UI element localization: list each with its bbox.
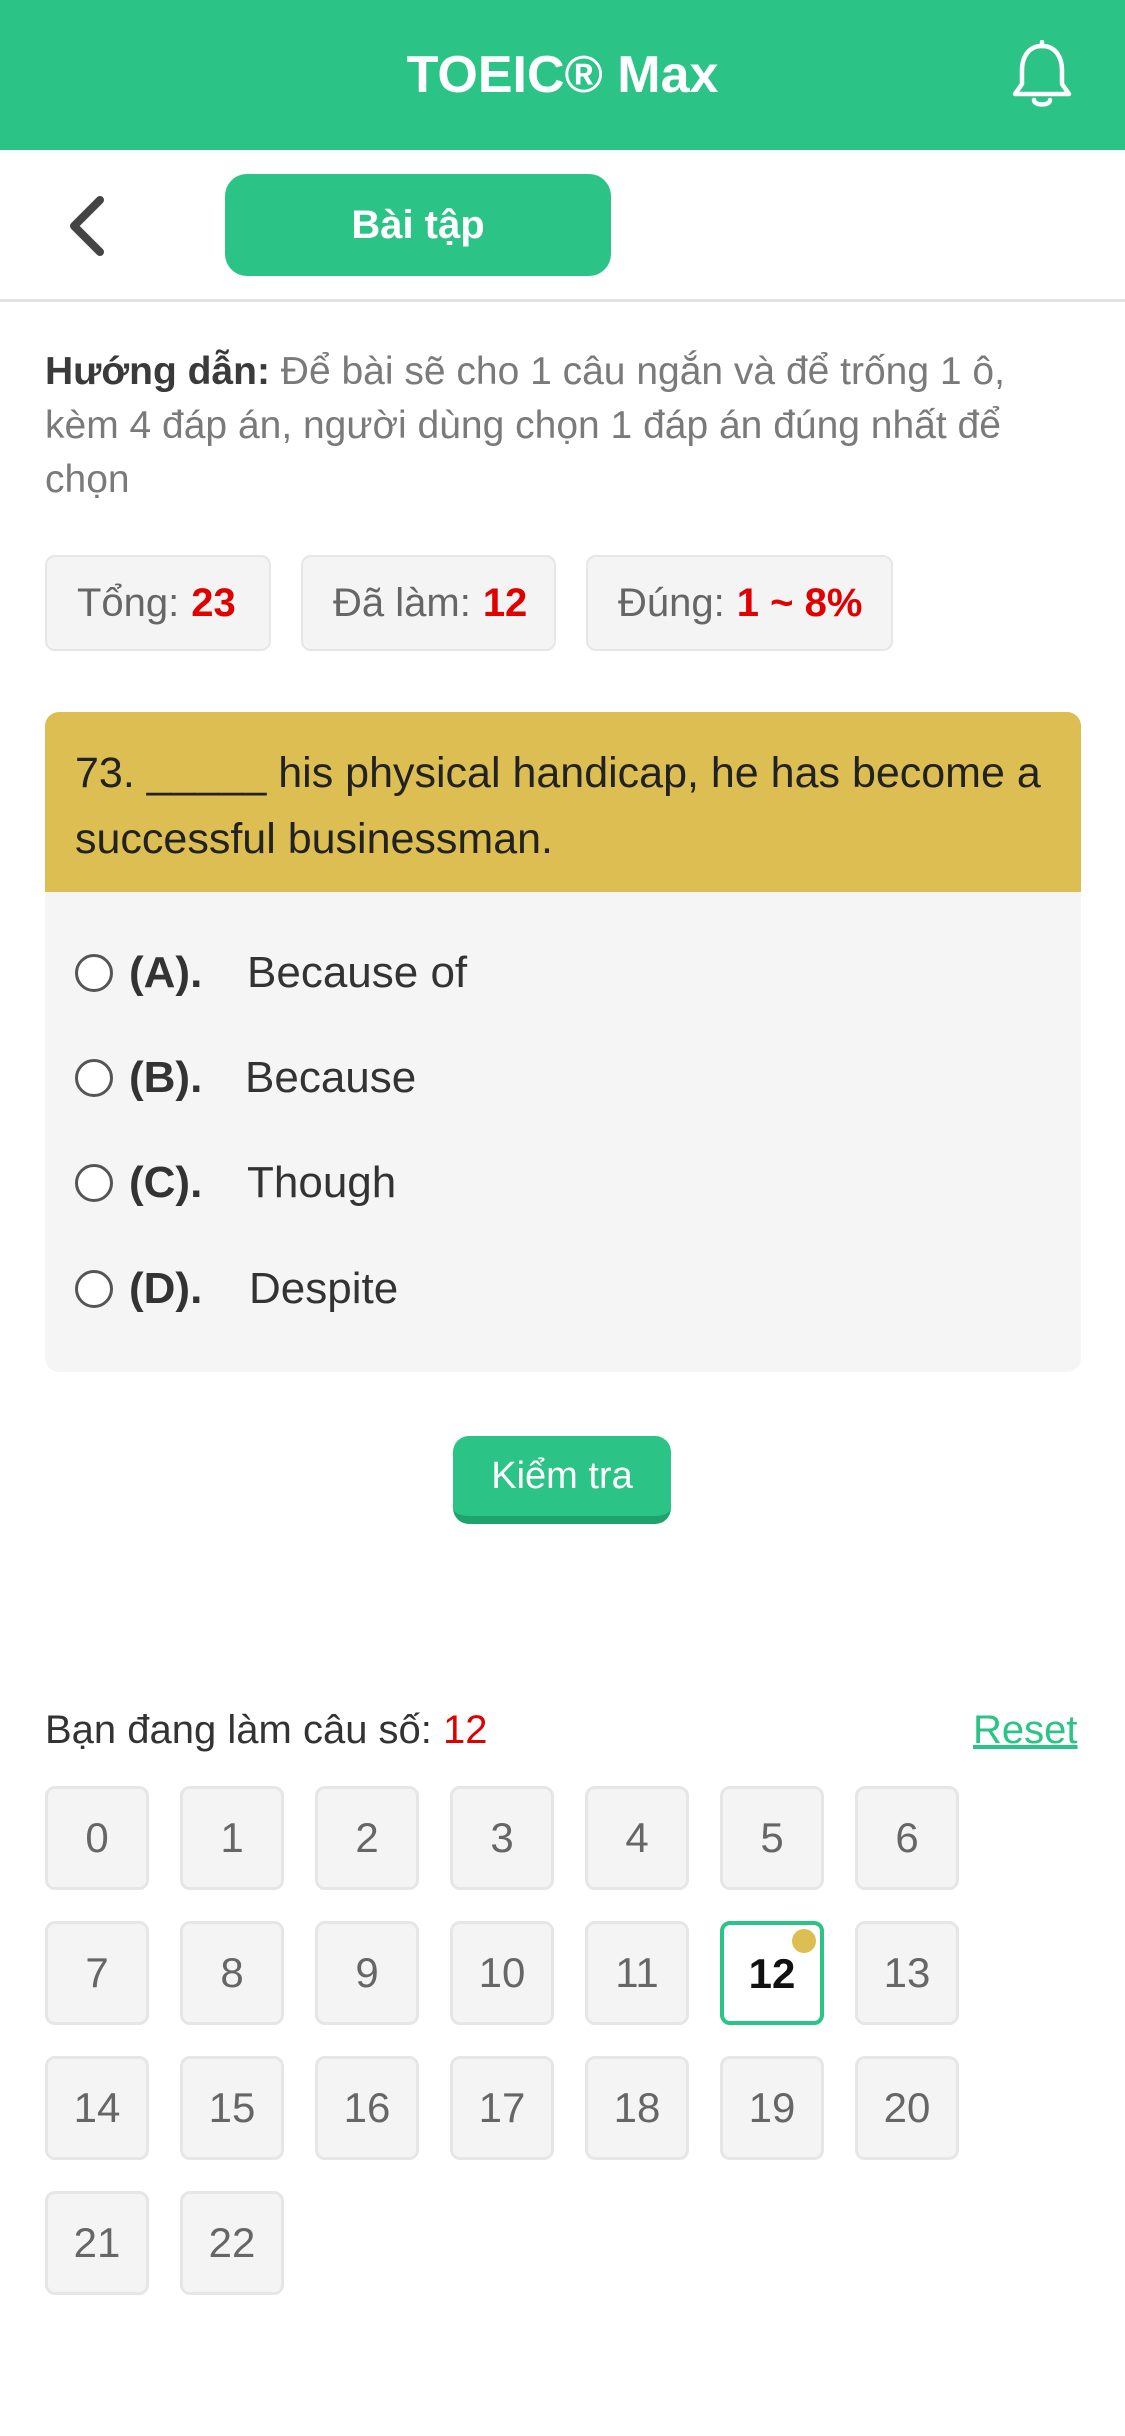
question-number-button[interactable]: 1 <box>180 1786 284 1890</box>
question-number-button[interactable]: 21 <box>45 2191 149 2295</box>
question-header: 73. _____ his physical handicap, he has … <box>45 712 1081 892</box>
radio-button[interactable] <box>75 1059 113 1097</box>
check-answer-button[interactable]: Kiểm tra <box>453 1436 671 1524</box>
app-title: TOEIC® Max <box>406 46 719 104</box>
current-question-label: Bạn đang làm câu số: 12 <box>45 1700 488 1760</box>
option-letter: (B). <box>129 1053 203 1102</box>
option-a[interactable]: (A). Because of <box>75 938 975 1008</box>
question-number-button[interactable]: 20 <box>855 2056 959 2160</box>
question-number-button[interactable]: 4 <box>585 1786 689 1890</box>
option-d[interactable]: (D). Despite <box>75 1254 975 1324</box>
question-number-button[interactable]: 3 <box>450 1786 554 1890</box>
option-text: Because <box>245 1053 417 1102</box>
stat-done-label: Đã làm: <box>333 581 471 625</box>
question-number-button[interactable]: 19 <box>720 2056 824 2160</box>
stat-done-value: 12 <box>482 581 528 625</box>
app-header: TOEIC® Max <box>0 0 1125 150</box>
question-number-button[interactable]: 16 <box>315 2056 419 2160</box>
sub-header: Bài tập <box>0 150 1125 302</box>
option-c[interactable]: (C). Though <box>75 1148 975 1218</box>
question-number-button[interactable]: 13 <box>855 1921 959 2025</box>
question-number-button[interactable]: 18 <box>585 2056 689 2160</box>
question-card: 73. _____ his physical handicap, he has … <box>45 712 1081 1372</box>
question-number-button[interactable]: 8 <box>180 1921 284 2025</box>
option-letter: (C). <box>129 1158 203 1207</box>
question-number-button[interactable]: 0 <box>45 1786 149 1890</box>
option-text: Despite <box>249 1264 399 1313</box>
question-number-button[interactable]: 6 <box>855 1786 959 1890</box>
current-question-text: Bạn đang làm câu số: <box>45 1708 432 1752</box>
stat-correct: Đúng: 1 ~ 8% <box>586 555 893 651</box>
option-text: Though <box>247 1158 397 1207</box>
chevron-left-icon[interactable] <box>60 192 120 260</box>
tab-exercises[interactable]: Bài tập <box>225 174 611 276</box>
question-number-button[interactable]: 5 <box>720 1786 824 1890</box>
reset-link[interactable]: Reset <box>973 1700 1078 1760</box>
radio-button[interactable] <box>75 1164 113 1202</box>
question-text: 73. _____ his physical handicap, he has … <box>75 749 1041 863</box>
radio-button[interactable] <box>75 954 113 992</box>
current-question-number: 12 <box>443 1708 488 1752</box>
question-number-button[interactable]: 15 <box>180 2056 284 2160</box>
question-number-button[interactable]: 17 <box>450 2056 554 2160</box>
question-number-button[interactable]: 12 <box>720 1921 824 2025</box>
radio-button[interactable] <box>75 1270 113 1308</box>
question-number-button[interactable]: 14 <box>45 2056 149 2160</box>
question-number-button[interactable]: 7 <box>45 1921 149 2025</box>
stat-total-value: 23 <box>191 581 236 625</box>
stat-correct-label: Đúng: <box>618 581 725 625</box>
stat-correct-value: 1 ~ 8% <box>736 581 863 625</box>
option-letter: (D). <box>129 1264 203 1313</box>
option-b[interactable]: (B). Because <box>75 1043 975 1113</box>
bell-icon[interactable] <box>1010 40 1074 112</box>
stat-done: Đã làm: 12 <box>301 555 556 651</box>
option-letter: (A). <box>129 948 203 997</box>
instructions: Hướng dẫn: Để bài sẽ cho 1 câu ngắn và đ… <box>45 345 1085 507</box>
stat-total: Tổng: 23 <box>45 555 271 651</box>
stat-total-label: Tổng: <box>77 581 180 625</box>
current-indicator-dot <box>792 1929 816 1953</box>
question-number-button[interactable]: 2 <box>315 1786 419 1890</box>
question-number-button[interactable]: 10 <box>450 1921 554 2025</box>
question-number-button[interactable]: 22 <box>180 2191 284 2295</box>
question-number-button[interactable]: 11 <box>585 1921 689 2025</box>
instructions-label: Hướng dẫn: <box>45 350 270 393</box>
question-number-button[interactable]: 9 <box>315 1921 419 2025</box>
option-text: Because of <box>247 948 468 997</box>
